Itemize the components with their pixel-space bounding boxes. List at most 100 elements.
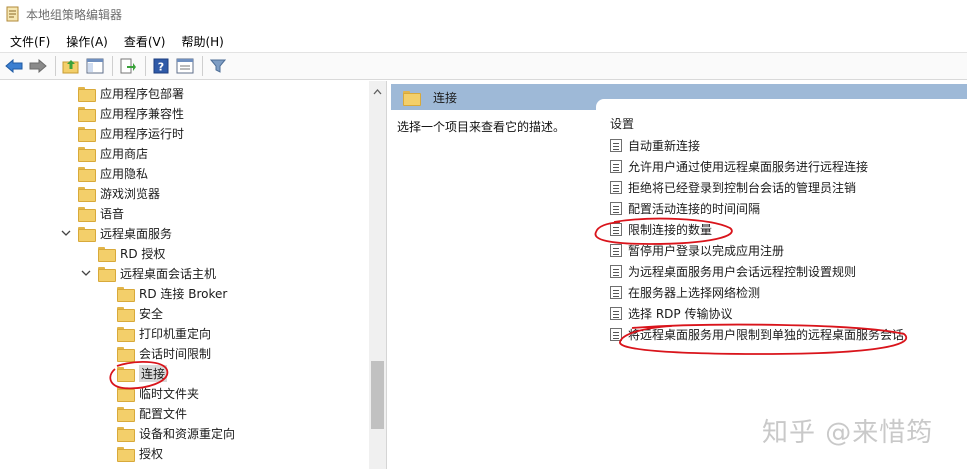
tree-item-label: 应用商店 [100,146,149,161]
setting-label: 暂停用户登录以完成应用注册 [628,243,785,258]
folder-icon [78,206,96,222]
toolbar-separator [202,56,203,76]
menu-bar: 文件(F) 操作(A) 查看(V) 帮助(H) [0,30,967,52]
policy-tree[interactable]: 应用程序包部署 应用程序兼容性 应用程序运行时 应用商店 应用隐私 游戏浏览器 … [0,81,387,469]
up-folder-icon[interactable] [60,55,82,77]
toolbar-separator [145,56,146,76]
tree-item-label: 应用程序运行时 [100,126,185,141]
tree-item-rd-connection-broker[interactable]: RD 连接 Broker [117,283,227,303]
chevron-down-icon[interactable] [60,227,72,239]
folder-icon [403,90,421,106]
tree-item-rd-licensing[interactable]: RD 授权 [98,243,165,263]
folder-icon [98,266,116,282]
folder-icon [117,286,135,302]
tree-item-label: 应用程序包部署 [100,86,185,101]
tree-item-label: 应用程序兼容性 [100,106,185,121]
tree-item-label: 设备和资源重定向 [139,426,236,441]
tree-item-app-runtime[interactable]: 应用程序运行时 [78,123,184,143]
menu-action[interactable]: 操作(A) [60,31,114,52]
tree-item-label: 授权 [139,446,164,461]
menu-help[interactable]: 帮助(H) [175,31,229,52]
policy-setting-icon [610,327,622,341]
setting-label: 限制连接的数量 [628,222,713,237]
chevron-down-icon[interactable] [80,267,92,279]
tree-scrollbar[interactable] [369,81,386,469]
menu-view[interactable]: 查看(V) [118,31,172,52]
policy-setting-icon [610,222,622,236]
show-hide-tree-icon[interactable] [84,55,106,77]
tree-item-label: 远程桌面服务 [100,226,173,241]
setting-label: 允许用户通过使用远程桌面服务进行远程连接 [628,159,869,174]
folder-icon [117,446,135,462]
folder-icon [117,346,135,362]
tree-item-printer-redirection[interactable]: 打印机重定向 [117,323,211,343]
folder-icon [78,106,96,122]
policy-setting-icon [610,306,622,320]
folder-icon [117,306,135,322]
policy-editor-app-icon [6,6,20,22]
setting-rdp-transport-protocols[interactable]: 选择 RDP 传输协议 [610,303,732,323]
properties-icon[interactable] [174,55,196,77]
window-title: 本地组策略编辑器 [26,7,123,22]
tree-item-label: 打印机重定向 [139,326,212,341]
toolbar-separator [55,56,56,76]
tree-item-session-time-limits[interactable]: 会话时间限制 [117,343,211,363]
policy-setting-icon [610,138,622,152]
settings-column-header[interactable]: 设置 [610,115,634,132]
setting-auto-reconnect[interactable]: 自动重新连接 [610,135,700,155]
folder-icon [78,126,96,142]
setting-network-detection[interactable]: 在服务器上选择网络检测 [610,282,760,302]
tree-item-rd-session-host[interactable]: 远程桌面会话主机 [80,263,216,283]
policy-setting-icon [610,264,622,278]
folder-icon [98,246,116,262]
back-icon[interactable] [3,55,25,77]
setting-label: 选择 RDP 传输协议 [628,306,733,321]
tree-item-temporary-folders[interactable]: 临时文件夹 [117,383,199,403]
tree-item-app-package-deployment[interactable]: 应用程序包部署 [78,83,184,103]
tree-item-remote-desktop-services[interactable]: 远程桌面服务 [60,223,172,243]
scroll-up-arrow-icon[interactable] [369,85,386,99]
tree-item-label: 会话时间限制 [139,346,212,361]
setting-label: 将远程桌面服务用户限制到单独的远程桌面服务会话 [628,327,905,342]
policy-setting-icon [610,201,622,215]
setting-allow-remote-connections[interactable]: 允许用户通过使用远程桌面服务进行远程连接 [610,156,868,176]
tree-item-label: 安全 [139,306,164,321]
setting-limit-number-of-connections[interactable]: 限制连接的数量 [610,219,712,239]
tree-item-label: 配置文件 [139,406,188,421]
tree-item-label: RD 连接 Broker [139,286,228,301]
forward-icon[interactable] [27,55,49,77]
tree-item-label: 远程桌面会话主机 [120,266,217,281]
help-icon[interactable]: ? [150,55,172,77]
export-list-icon[interactable] [117,55,139,77]
policy-setting-icon [610,159,622,173]
setting-deny-logoff-admin[interactable]: 拒绝将已经登录到控制台会话的管理员注销 [610,177,856,197]
folder-icon [78,166,96,182]
tree-item-profiles[interactable]: 配置文件 [117,403,187,423]
tree-item-licensing[interactable]: 授权 [117,443,163,463]
setting-suspend-user-sign-in[interactable]: 暂停用户登录以完成应用注册 [610,240,784,260]
setting-label: 为远程桌面服务用户会话远程控制设置规则 [628,264,857,279]
policy-setting-icon [610,180,622,194]
tree-item-store[interactable]: 应用商店 [78,143,148,163]
tree-item-security[interactable]: 安全 [117,303,163,323]
tree-item-app-compatibility[interactable]: 应用程序兼容性 [78,103,184,123]
description-text: 选择一个项目来查看它的描述。 [397,120,566,134]
setting-label: 拒绝将已经登录到控制台会话的管理员注销 [628,180,857,195]
folder-icon [117,366,135,382]
setting-label: 在服务器上选择网络检测 [628,285,761,300]
setting-keep-alive-interval[interactable]: 配置活动连接的时间间隔 [610,198,760,218]
policy-setting-icon [610,285,622,299]
tree-item-connections[interactable]: 连接 [117,363,168,383]
folder-icon [78,86,96,102]
setting-remote-control-rules[interactable]: 为远程桌面服务用户会话远程控制设置规则 [610,261,856,281]
filter-icon[interactable] [207,55,229,77]
svg-text:?: ? [158,61,164,74]
tree-item-app-privacy[interactable]: 应用隐私 [78,163,148,183]
setting-restrict-single-session[interactable]: 将远程桌面服务用户限制到单独的远程桌面服务会话 [610,324,904,344]
tree-item-device-resource-redirection[interactable]: 设备和资源重定向 [117,423,235,443]
menu-file[interactable]: 文件(F) [4,31,56,52]
toolbar: ? [0,52,967,80]
scroll-thumb[interactable] [371,361,384,429]
tree-item-speech[interactable]: 语音 [78,203,124,223]
tree-item-game-explorer[interactable]: 游戏浏览器 [78,183,160,203]
